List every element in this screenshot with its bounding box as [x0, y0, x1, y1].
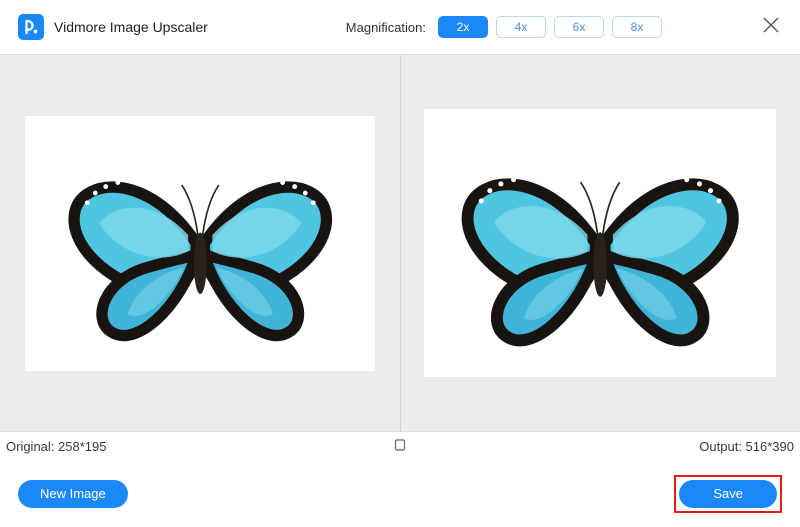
original-dimensions-label: Original: 258*195 [6, 439, 106, 454]
save-button-highlight: Save [674, 475, 782, 513]
magnification-label: Magnification: [346, 20, 426, 35]
lock-aspect-icon[interactable] [393, 438, 407, 455]
output-image [433, 116, 767, 371]
save-button[interactable]: Save [679, 480, 777, 508]
panel-divider [400, 55, 401, 431]
app-logo [18, 14, 44, 40]
magnification-2x-button[interactable]: 2x [438, 16, 488, 38]
header: Vidmore Image Upscaler Magnification: 2x… [0, 0, 800, 54]
original-panel [0, 55, 400, 431]
app-title: Vidmore Image Upscaler [54, 19, 208, 35]
original-image-frame [25, 116, 375, 371]
info-row: Original: 258*195 Output: 516*390 [0, 432, 800, 460]
footer: New Image Save [0, 460, 800, 527]
magnification-group: Magnification: 2x 4x 6x 8x [346, 16, 662, 38]
output-image-frame [424, 109, 776, 377]
original-image [34, 122, 367, 364]
output-dimensions-label: Output: 516*390 [699, 439, 794, 454]
close-button[interactable] [760, 14, 782, 36]
magnification-8x-button[interactable]: 8x [612, 16, 662, 38]
output-panel [400, 55, 800, 431]
magnification-6x-button[interactable]: 6x [554, 16, 604, 38]
workspace [0, 54, 800, 432]
magnification-4x-button[interactable]: 4x [496, 16, 546, 38]
new-image-button[interactable]: New Image [18, 480, 128, 508]
